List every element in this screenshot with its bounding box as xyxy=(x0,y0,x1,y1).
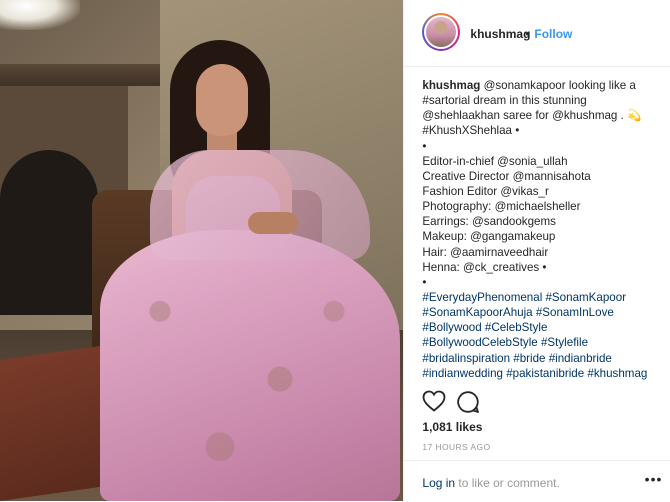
photo-chandelier xyxy=(0,0,80,30)
caption-line: Creative Director @mannisahota xyxy=(422,169,591,183)
avatar-image xyxy=(426,17,457,47)
heart-icon[interactable] xyxy=(422,390,446,417)
login-link[interactable]: Log in xyxy=(422,476,455,490)
photo-fireplace xyxy=(0,150,98,315)
login-prompt-text: to like or comment. xyxy=(455,476,560,490)
photo-mantel xyxy=(0,64,160,86)
post-photo[interactable] xyxy=(0,0,404,501)
photo-model-hands xyxy=(248,212,298,234)
photo-saree-drape xyxy=(150,150,370,260)
caption-line: #sartorial dream in this stunning xyxy=(422,94,587,108)
caption-line: • xyxy=(422,275,427,289)
post-side-panel: khushmag • Follow khushmag @sonamkapoor … xyxy=(403,0,670,501)
photo-model-face xyxy=(196,64,248,136)
instagram-post: khushmag • Follow khushmag @sonamkapoor … xyxy=(0,0,670,501)
caption-text: @sonamkapoor looking like a xyxy=(480,79,636,92)
caption-line: Henna: @ck_creatives • xyxy=(422,260,547,274)
caption-line: Makeup: @gangamakeup xyxy=(422,230,556,244)
caption-hashtag-line[interactable]: #Bollywood #CelebStyle xyxy=(422,320,662,335)
login-prompt: Log in to like or comment. xyxy=(422,476,559,490)
caption-hashtag-line[interactable]: #bridalinspiration #bride #indianbride xyxy=(422,351,662,366)
caption-hashtag-line[interactable]: #EverydayPhenomenal #SonamKapoor xyxy=(422,290,662,305)
header-separator: • xyxy=(525,27,530,41)
post-header: khushmag • Follow xyxy=(404,0,670,67)
caption-line: @shehlaakhan saree for @khushmag . 💫 xyxy=(422,109,642,123)
photo-saree xyxy=(100,230,400,501)
avatar-border xyxy=(424,15,459,49)
caption-line: Photography: @michaelsheller xyxy=(422,200,581,214)
comment-bar: Log in to like or comment. ••• xyxy=(404,460,670,502)
more-options-icon[interactable]: ••• xyxy=(645,471,663,487)
caption-line: khushmag @sonamkapoor looking like a xyxy=(422,78,662,93)
caption-line: #KhushXShehlaa • xyxy=(422,124,520,138)
caption-hashtag-line[interactable]: #BollywoodCelebStyle #Stylefile xyxy=(422,335,662,350)
caption-author-link[interactable]: khushmag xyxy=(422,79,480,92)
caption-line: • xyxy=(422,139,427,153)
caption-line: Editor-in-chief @sonia_ullah xyxy=(422,154,568,168)
post-actions xyxy=(422,388,662,416)
post-timestamp[interactable]: 17 HOURS AGO xyxy=(422,442,490,452)
post-caption: khushmag @sonamkapoor looking like a #sa… xyxy=(422,78,662,381)
caption-hashtag-line[interactable]: #indianwedding #pakistanibride #khushmag xyxy=(422,366,662,381)
caption-line: Fashion Editor @vikas_r xyxy=(422,184,549,198)
avatar[interactable] xyxy=(422,13,461,51)
comment-icon[interactable] xyxy=(456,390,480,419)
likes-count[interactable]: 1,081 likes xyxy=(422,420,482,434)
caption-line: Hair: @aamirnaveedhair xyxy=(422,245,549,259)
caption-line: Earrings: @sandookgems xyxy=(422,215,556,229)
caption-hashtag-line[interactable]: #SonamKapoorAhuja #SonamInLove xyxy=(422,305,662,320)
follow-button[interactable]: Follow xyxy=(534,27,572,41)
username-link[interactable]: khushmag xyxy=(470,27,530,41)
